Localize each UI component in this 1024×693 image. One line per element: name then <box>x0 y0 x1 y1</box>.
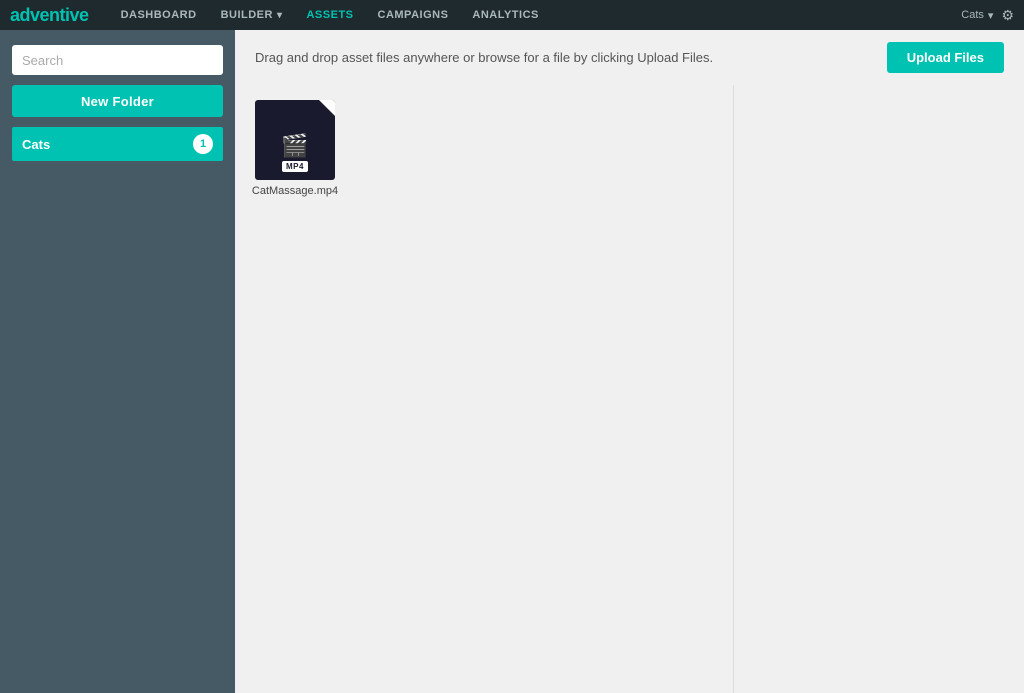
search-input[interactable] <box>12 45 223 75</box>
app-logo: adventive <box>10 5 89 26</box>
nav-assets[interactable]: ASSETS <box>294 0 365 30</box>
nav-analytics[interactable]: ANALYTICS <box>460 0 550 30</box>
file-icon-group: 🎬 MP4 <box>281 135 308 172</box>
drop-hint-text: Drag and drop asset files anywhere or br… <box>255 50 713 65</box>
file-item[interactable]: 🎬 MP4 CatMassage.mp4 <box>250 100 340 197</box>
film-icon: 🎬 <box>281 135 308 157</box>
upload-files-button[interactable]: Upload Files <box>887 42 1004 73</box>
logo-highlight: ad <box>10 5 30 25</box>
main-layout: New Folder Cats 1 Drag and drop asset fi… <box>0 30 1024 693</box>
nav-builder[interactable]: BUILDER <box>209 0 295 30</box>
folder-item-cats[interactable]: Cats 1 <box>12 127 223 161</box>
nav-dashboard[interactable]: DASHBOARD <box>109 0 209 30</box>
file-panel: 🎬 MP4 CatMassage.mp4 <box>235 85 734 693</box>
user-label: Cats <box>961 9 984 21</box>
sidebar: New Folder Cats 1 <box>0 30 235 693</box>
folder-name: Cats <box>22 137 50 152</box>
content-header: Drag and drop asset files anywhere or br… <box>235 30 1024 85</box>
file-corner-fold <box>319 100 335 116</box>
info-panel <box>734 85 1024 693</box>
file-name-label: CatMassage.mp4 <box>252 185 338 197</box>
nav-items: DASHBOARD BUILDER ASSETS CAMPAIGNS ANALY… <box>109 0 962 30</box>
nav-campaigns[interactable]: CAMPAIGNS <box>366 0 461 30</box>
settings-button[interactable]: ⚙ <box>1001 7 1014 24</box>
top-navigation: adventive DASHBOARD BUILDER ASSETS CAMPA… <box>0 0 1024 30</box>
file-thumbnail: 🎬 MP4 <box>255 100 335 180</box>
nav-right: Cats ▾ ⚙ <box>961 7 1014 24</box>
folder-count: 1 <box>193 134 213 154</box>
file-grid: 🎬 MP4 CatMassage.mp4 <box>235 85 733 212</box>
chevron-down-icon: ▾ <box>988 9 994 22</box>
content-area: Drag and drop asset files anywhere or br… <box>235 30 1024 693</box>
user-menu[interactable]: Cats ▾ <box>961 9 993 22</box>
new-folder-button[interactable]: New Folder <box>12 85 223 117</box>
content-body: 🎬 MP4 CatMassage.mp4 <box>235 85 1024 693</box>
gear-icon: ⚙ <box>1001 7 1014 24</box>
file-type-badge: MP4 <box>282 161 308 172</box>
